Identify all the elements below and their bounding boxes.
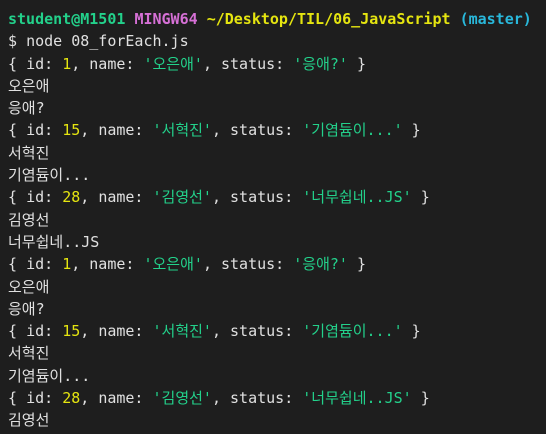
prompt-path: ~/Desktop/TIL/06_JavaScript: [206, 10, 451, 28]
name-value: '오은애': [143, 255, 203, 274]
output-name: 오은애: [8, 76, 50, 95]
status-value: '너무쉽네..JS': [302, 389, 412, 408]
shell-prompt: student@M1501 MINGW64 ~/Desktop/TIL/06_J…: [8, 8, 546, 30]
name-key: name:: [98, 322, 144, 341]
status-key: status:: [230, 121, 294, 140]
id-value: 15: [62, 121, 81, 140]
prompt-dollar: $: [8, 32, 18, 51]
status-key: status:: [230, 188, 294, 207]
status-value: '응애?': [293, 54, 348, 73]
id-value: 28: [62, 389, 81, 408]
id-key: id:: [26, 121, 54, 140]
output-name: 오은애: [8, 277, 50, 296]
name-value: '서혁진': [152, 322, 212, 341]
object-line: { id: 28, name: '김영선', status: '너무쉽네..JS…: [8, 389, 430, 408]
status-key: status:: [221, 255, 285, 274]
status-value: '기염듐이...': [302, 121, 403, 140]
object-line: { id: 1, name: '오은애', status: '응애?' }: [8, 255, 367, 274]
id-value: 28: [62, 188, 81, 207]
id-key: id:: [26, 54, 54, 73]
id-value: 1: [62, 255, 72, 274]
output-name: 서혁진: [8, 143, 50, 162]
terminal-window[interactable]: student@M1501 MINGW64 ~/Desktop/TIL/06_J…: [0, 0, 546, 434]
id-value: 1: [62, 54, 72, 73]
output-status: 기염듐이...: [8, 366, 91, 385]
status-key: status:: [230, 322, 294, 341]
prompt-user-host: student@M1501: [8, 10, 126, 28]
name-key: name:: [98, 188, 144, 207]
output-name: 김영선: [8, 210, 50, 229]
output-name: 김영선: [8, 411, 50, 430]
status-key: status:: [230, 389, 294, 408]
id-value: 15: [62, 322, 81, 341]
status-value: '응애?': [293, 255, 348, 274]
name-value: '서혁진': [152, 121, 212, 140]
status-value: '너무쉽네..JS': [302, 188, 412, 207]
object-line: { id: 28, name: '김영선', status: '너무쉽네..JS…: [8, 188, 430, 207]
command-line[interactable]: $ node 08_forEach.js: [8, 30, 546, 52]
name-key: name:: [89, 54, 135, 73]
output-name: 서혁진: [8, 344, 50, 363]
id-key: id:: [26, 389, 54, 408]
status-value: '기염듐이...': [302, 322, 403, 341]
id-key: id:: [26, 188, 54, 207]
prompt-system: MINGW64: [134, 10, 198, 28]
name-key: name:: [98, 121, 144, 140]
name-value: '김영선': [152, 188, 212, 207]
object-line: { id: 15, name: '서혁진', status: '기염듐이...'…: [8, 121, 421, 140]
prompt-branch: (master): [459, 10, 532, 28]
name-value: '오은애': [143, 54, 203, 73]
object-line: { id: 1, name: '오은애', status: '응애?' }: [8, 54, 367, 73]
id-key: id:: [26, 322, 54, 341]
name-key: name:: [89, 255, 135, 274]
output-status: 너무쉽네..JS: [8, 232, 100, 251]
name-value: '김영선': [152, 389, 212, 408]
name-key: name:: [98, 389, 144, 408]
status-key: status:: [221, 54, 285, 73]
output-status: 응애?: [8, 299, 45, 318]
output-status: 응애?: [8, 99, 45, 118]
command-text: node 08_forEach.js: [26, 32, 189, 51]
object-line: { id: 15, name: '서혁진', status: '기염듐이...'…: [8, 322, 421, 341]
output-status: 기염듐이...: [8, 166, 91, 185]
id-key: id:: [26, 255, 54, 274]
